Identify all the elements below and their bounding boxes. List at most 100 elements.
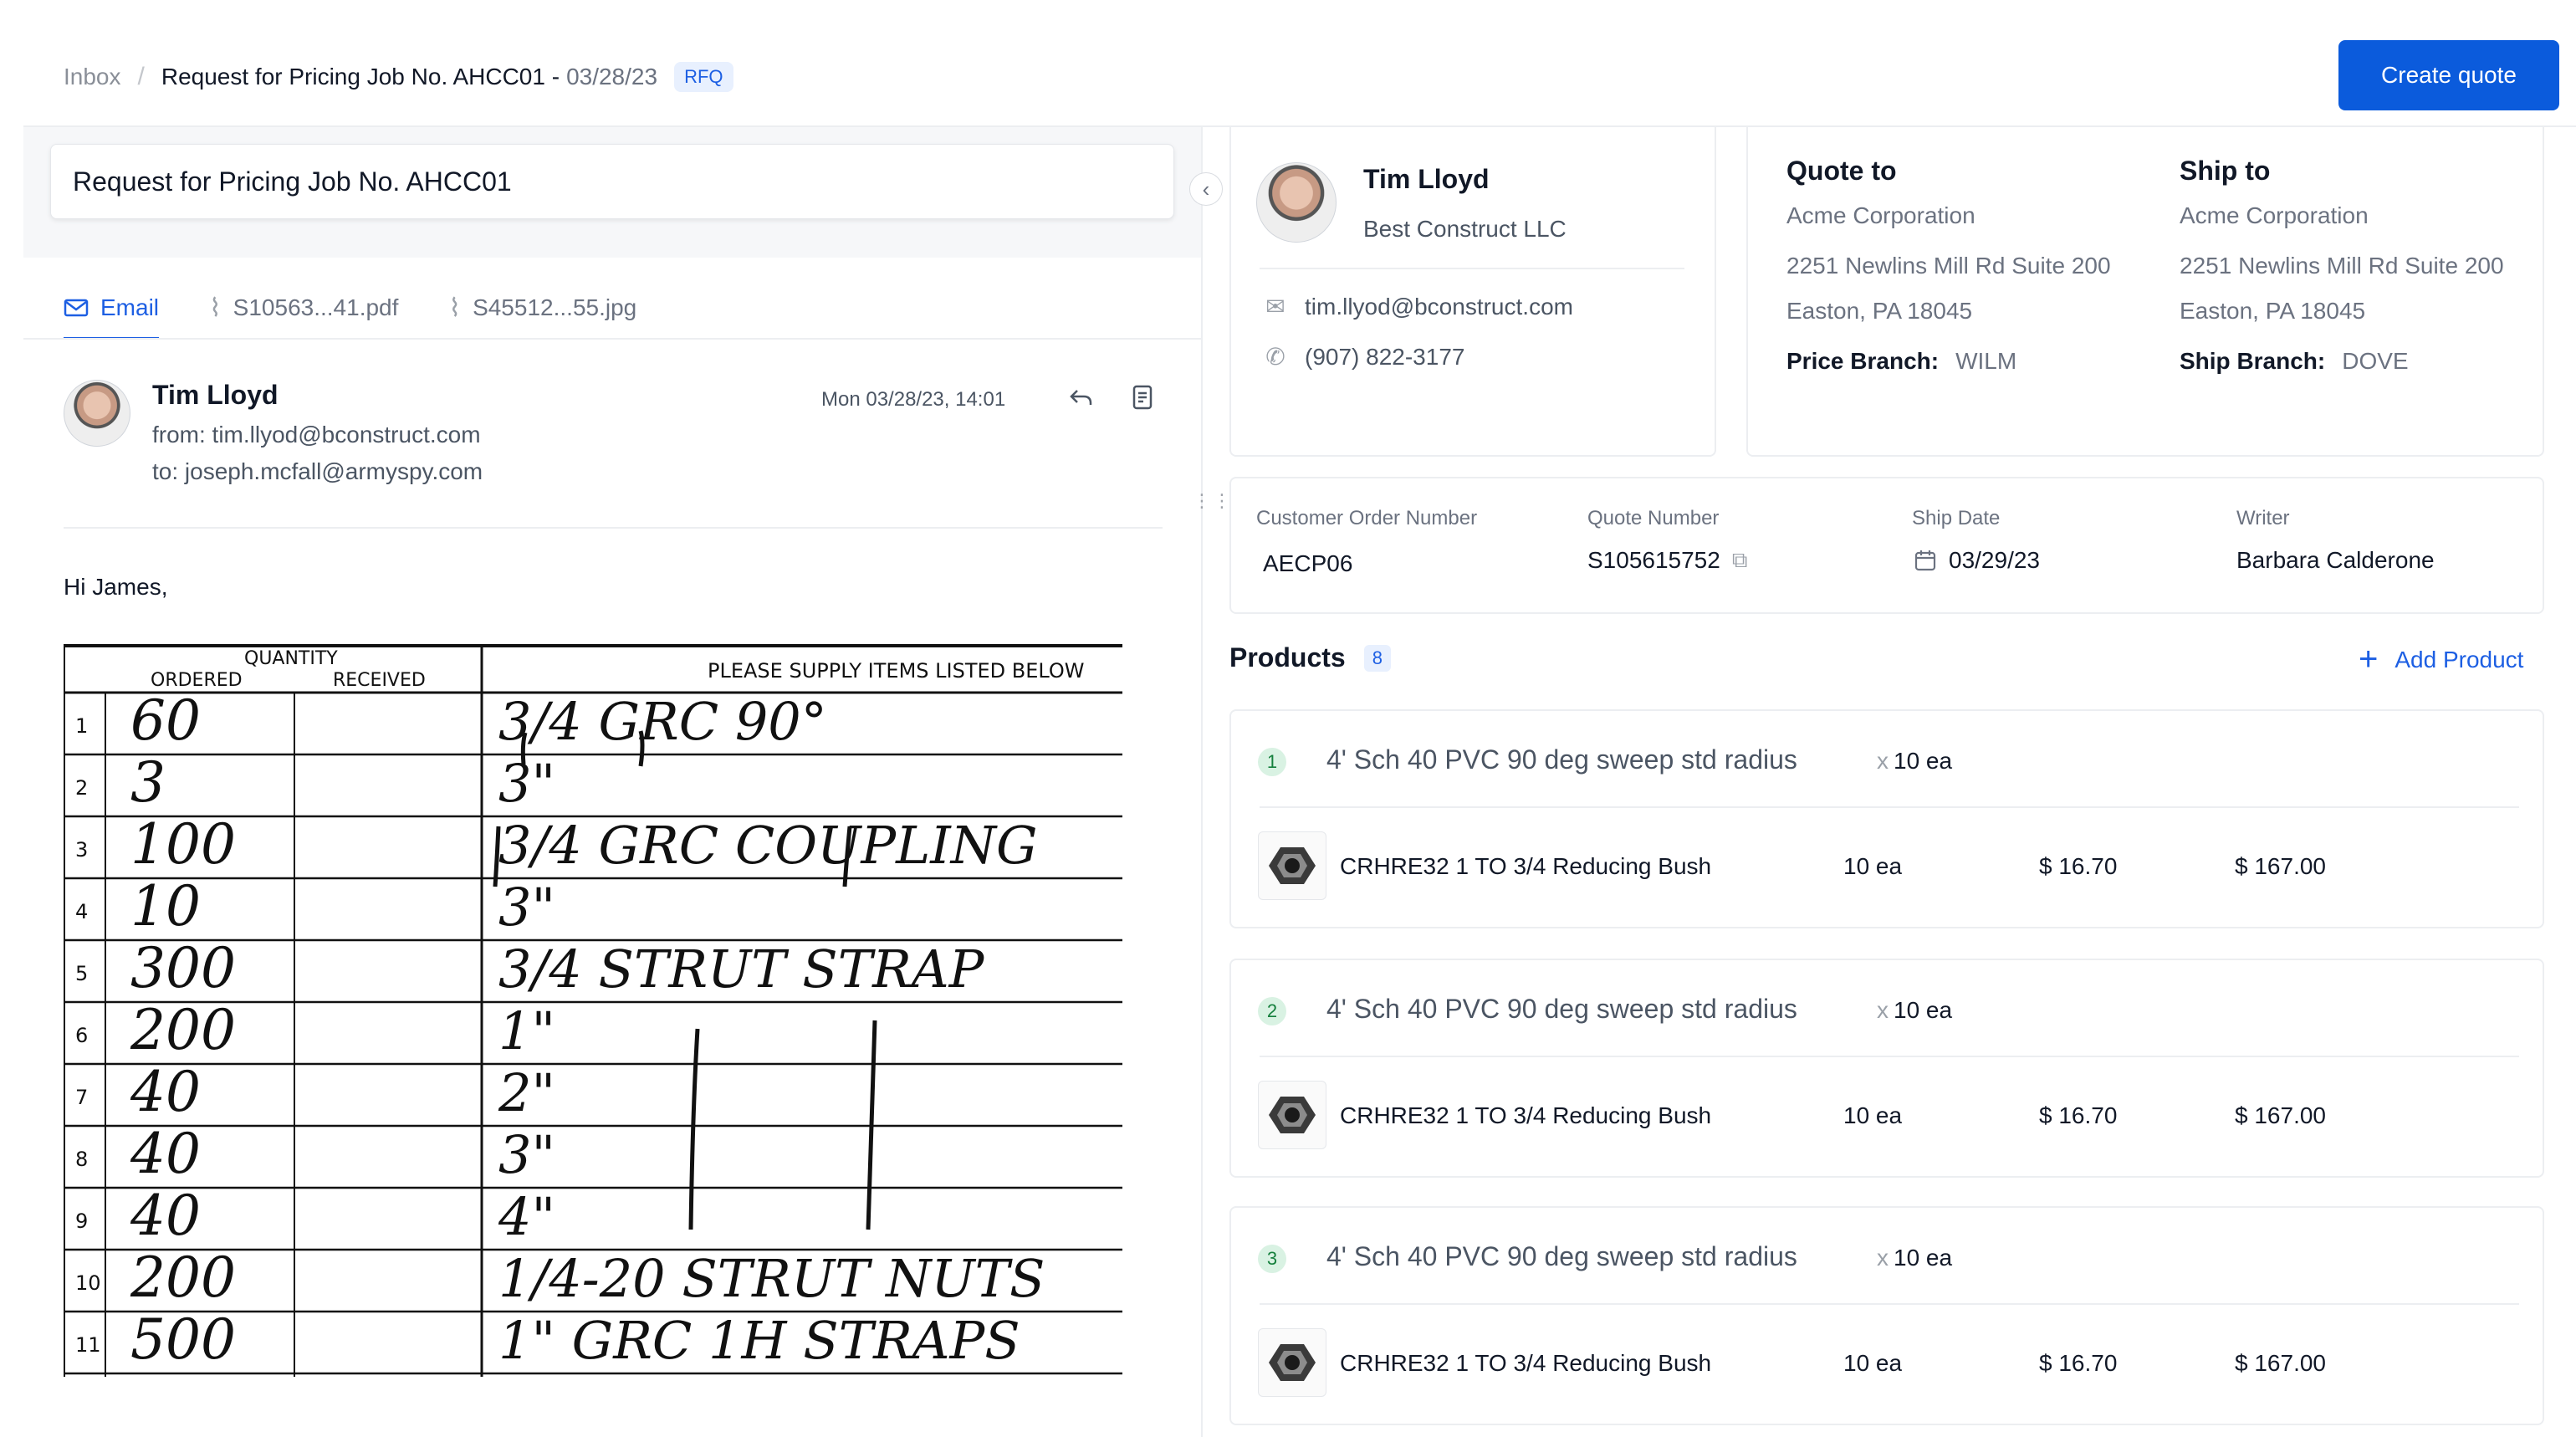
notes-icon[interactable] xyxy=(1129,383,1158,412)
scan-row-item: 3" xyxy=(498,1124,555,1185)
ship-date-value: 03/29/23 xyxy=(1949,547,2040,573)
ship-branch-label: Ship Branch: xyxy=(2180,348,2326,374)
email-subject: Request for Pricing Job No. AHCC01 xyxy=(50,144,1174,219)
scan-row-item: 1" GRC 1H STRAPS xyxy=(498,1310,1020,1371)
ship-branch-value: DOVE xyxy=(2342,348,2409,374)
scan-row-item: 3/4 GRC 90° xyxy=(498,691,827,752)
scan-row-number: 2 xyxy=(75,776,88,800)
contact-email[interactable]: tim.llyod@bconstruct.com xyxy=(1305,294,1573,320)
scan-row-item: 3/4 STRUT STRAP xyxy=(498,938,985,1000)
product-divider xyxy=(1260,1056,2519,1057)
scan-row-number: 1 xyxy=(75,714,88,738)
scan-row-quantity: 60 xyxy=(130,688,201,753)
quote-to-section: Quote to Acme Corporation 2251 Newlins M… xyxy=(1786,156,2138,376)
scan-row-number: 4 xyxy=(75,900,88,923)
scan-row-quantity: 200 xyxy=(130,1245,236,1310)
mail-icon: ✉ xyxy=(1265,294,1285,320)
product-title: 4' Sch 40 PVC 90 deg sweep std radius xyxy=(1326,994,1797,1024)
mail-icon xyxy=(64,299,89,317)
sku-total: $ 167.00 xyxy=(2235,1350,2326,1376)
sender-avatar xyxy=(64,380,130,447)
sku-quantity[interactable]: 10 ea xyxy=(1843,853,1902,880)
scan-row-item: 4" xyxy=(498,1186,555,1247)
scan-row-quantity: 100 xyxy=(130,812,236,877)
product-requested-qty: x 10 ea xyxy=(1877,1245,1952,1271)
add-product-button[interactable]: + Add Product xyxy=(2359,641,2523,678)
writer-value[interactable]: Barbara Calderone xyxy=(2236,547,2435,574)
ship-date-row[interactable]: 03/29/23 xyxy=(1914,547,2040,574)
breadcrumb-separator: / xyxy=(137,63,145,90)
product-card[interactable] xyxy=(1229,959,2544,1178)
quote-number-label: Quote Number xyxy=(1587,507,1720,529)
contact-name: Tim Lloyd xyxy=(1363,164,1490,194)
tab-attachment-jpg-label: S45512...55.jpg xyxy=(473,294,637,320)
sku-name: CRHRE32 1 TO 3/4 Reducing Bush xyxy=(1340,1350,1712,1376)
price-branch-value: WILM xyxy=(1955,348,2017,374)
sku-name: CRHRE32 1 TO 3/4 Reducing Bush xyxy=(1340,1102,1712,1128)
qty-multiplier: x xyxy=(1877,748,1889,774)
scan-row-quantity: 40 xyxy=(130,1122,201,1186)
breadcrumb: Inbox / Request for Pricing Job No. AHCC… xyxy=(64,59,733,95)
email-tabs: Email ⌇ S10563...41.pdf ⌇ S45512...55.jp… xyxy=(64,276,636,340)
scan-header-received: RECEIVED xyxy=(333,670,426,691)
drag-handle-icon[interactable]: ⋮⋮ xyxy=(1193,492,1231,527)
sku-quantity[interactable]: 10 ea xyxy=(1843,1350,1902,1377)
copy-icon[interactable]: ⧉ xyxy=(1732,547,1748,574)
scan-row-quantity: 40 xyxy=(130,1184,201,1248)
sku-quantity[interactable]: 10 ea xyxy=(1843,1102,1902,1129)
phone-icon: ✆ xyxy=(1265,344,1285,370)
ship-branch: Ship Branch: DOVE xyxy=(2180,346,2531,376)
sku-unit-price[interactable]: $ 16.70 xyxy=(2039,1102,2117,1129)
product-number-badge: 1 xyxy=(1258,748,1286,776)
customer-order-value[interactable]: AECP06 xyxy=(1263,550,1352,577)
writer-label: Writer xyxy=(2236,507,2290,529)
scan-row-number: 10 xyxy=(75,1271,101,1295)
product-requested-qty: x 10 ea xyxy=(1877,997,1952,1024)
reply-icon[interactable] xyxy=(1067,383,1096,412)
sku-total: $ 167.00 xyxy=(2235,1102,2326,1128)
scan-row-item: 3" xyxy=(498,877,555,938)
tab-email-label: Email xyxy=(100,294,160,320)
customer-order-label: Customer Order Number xyxy=(1256,507,1478,529)
scan-row-quantity: 10 xyxy=(130,874,201,938)
ship-to-address1: 2251 Newlins Mill Rd Suite 200 xyxy=(2180,253,2504,279)
ship-date-label: Ship Date xyxy=(1912,507,2001,529)
reducing-bush-icon xyxy=(1269,847,1316,884)
scan-row-quantity: 200 xyxy=(130,998,236,1062)
collapse-pane-button[interactable]: ‹ xyxy=(1189,172,1223,206)
ship-to-company: Acme Corporation xyxy=(2180,202,2369,228)
quote-number-value: S105615752 xyxy=(1587,547,1720,573)
create-quote-button[interactable]: Create quote xyxy=(2338,40,2559,110)
breadcrumb-title: Request for Pricing Job No. AHCC01 - xyxy=(161,64,560,89)
sku-unit-price[interactable]: $ 16.70 xyxy=(2039,1350,2117,1377)
products-title: Products xyxy=(1229,642,1346,672)
products-count-badge: 8 xyxy=(1363,644,1391,672)
contact-phone[interactable]: (907) 822-3177 xyxy=(1305,344,1464,371)
scan-row-item: 3" xyxy=(498,753,555,814)
email-greeting: Hi James, xyxy=(64,574,168,600)
scan-row-item: 1" xyxy=(498,1000,555,1061)
plus-icon: + xyxy=(2359,641,2379,678)
qty-multiplier: x xyxy=(1877,997,1889,1023)
product-title: 4' Sch 40 PVC 90 deg sweep std radius xyxy=(1326,1241,1797,1271)
tab-attachment-pdf[interactable]: ⌇ S10563...41.pdf xyxy=(209,276,398,340)
product-divider xyxy=(1260,1303,2519,1305)
add-product-label: Add Product xyxy=(2395,646,2524,672)
tab-email[interactable]: Email xyxy=(64,276,160,340)
paperclip-icon: ⌇ xyxy=(209,294,222,322)
sender-from: from: tim.llyod@bconstruct.com xyxy=(152,422,481,447)
product-card[interactable] xyxy=(1229,1206,2544,1425)
scan-row-item: 1/4-20 STRUT NUTS xyxy=(498,1248,1045,1309)
product-thumbnail xyxy=(1258,1328,1326,1397)
product-card[interactable] xyxy=(1229,709,2544,928)
scan-row-number: 3 xyxy=(75,838,88,862)
product-title: 4' Sch 40 PVC 90 deg sweep std radius xyxy=(1326,744,1797,775)
reducing-bush-icon xyxy=(1269,1344,1316,1381)
scan-row-item: 3/4 GRC COUPLING xyxy=(498,815,1038,876)
product-divider xyxy=(1260,806,2519,808)
ship-to-heading: Ship to xyxy=(2180,156,2271,186)
breadcrumb-inbox-link[interactable]: Inbox xyxy=(64,64,121,90)
sku-unit-price[interactable]: $ 16.70 xyxy=(2039,853,2117,880)
tab-attachment-jpg[interactable]: ⌇ S45512...55.jpg xyxy=(448,276,636,340)
products-heading: Products 8 xyxy=(1229,642,1391,673)
